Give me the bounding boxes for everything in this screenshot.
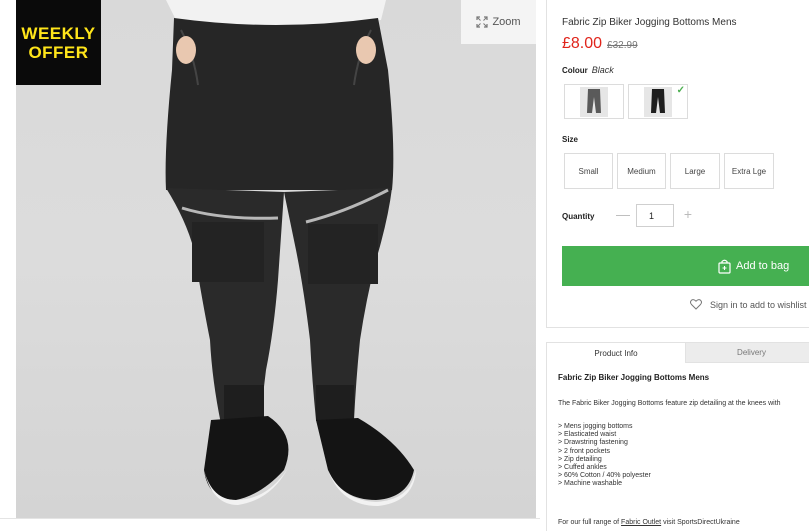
info-description: The Fabric Biker Jogging Bottoms feature… <box>558 400 781 407</box>
size-small-button[interactable]: Small <box>564 153 613 189</box>
list-item: > Machine washable <box>558 480 623 488</box>
list-item: > Zip detailing <box>558 455 602 463</box>
selected-check-icon: ✓ <box>676 85 685 96</box>
colour-label: Colour <box>562 66 588 75</box>
list-item: > 60% Cotton / 40% polyester <box>558 472 651 480</box>
weekly-offer-badge: WEEKLY OFFER <box>16 0 101 85</box>
quantity-decrease-button[interactable]: — <box>616 203 630 225</box>
list-item: > 2 front pockets <box>558 447 610 455</box>
list-item: > Cuffed ankles <box>558 464 607 472</box>
expand-icon <box>476 16 489 28</box>
zoom-label: Zoom <box>492 16 521 28</box>
colour-row: Colour Black <box>562 65 614 75</box>
product-title: Fabric Zip Biker Jogging Bottoms Mens <box>562 17 737 28</box>
feature-list: > Mens jogging bottoms > Elasticated wai… <box>558 423 651 489</box>
heart-icon <box>690 299 702 310</box>
size-extra-large-button[interactable]: Extra Lge <box>724 153 774 189</box>
grey-pants-thumbnail <box>580 86 608 117</box>
outlet-suffix: visit SportsDirectUkraine <box>663 519 740 526</box>
product-panel: Fabric Zip Biker Jogging Bottoms Mens £8… <box>546 0 809 328</box>
size-medium-button[interactable]: Medium <box>617 153 666 189</box>
tab-product-info[interactable]: Product Info <box>547 343 685 363</box>
swatch-black[interactable]: ✓ <box>628 84 688 119</box>
black-pants-thumbnail <box>644 86 672 117</box>
add-to-bag-button[interactable]: Add to bag <box>562 246 809 286</box>
size-label: Size <box>562 135 579 144</box>
product-image[interactable]: WEEKLY OFFER <box>16 0 536 518</box>
shopping-bag-icon <box>718 259 731 274</box>
quantity-increase-button[interactable]: + <box>681 203 695 225</box>
outlet-text: For our full range of Fabric Outlet visi… <box>558 519 740 526</box>
list-item: > Elasticated waist <box>558 431 617 439</box>
wishlist-label: Sign in to add to wishlist <box>710 299 807 310</box>
wishlist-link[interactable]: Sign in to add to wishlist <box>690 299 807 310</box>
size-large-button[interactable]: Large <box>670 153 720 189</box>
quantity-input[interactable] <box>636 204 674 227</box>
quantity-label: Quantity <box>562 212 595 221</box>
fabric-outlet-link[interactable]: Fabric Outlet <box>621 519 661 526</box>
image-divider <box>0 518 540 519</box>
tab-delivery[interactable]: Delivery <box>685 343 809 363</box>
swatch-grey[interactable] <box>564 84 624 119</box>
product-info-panel: Product Info Delivery Fabric Zip Biker J… <box>546 342 809 531</box>
list-item: > Mens jogging bottoms <box>558 423 633 430</box>
was-price: £32.99 <box>607 40 638 51</box>
badge-line-1: WEEKLY <box>21 23 96 43</box>
add-to-bag-label: Add to bag <box>736 260 790 272</box>
list-item: > Drawstring fastening <box>558 439 628 447</box>
info-title: Fabric Zip Biker Jogging Bottoms Mens <box>558 373 710 382</box>
zoom-button[interactable]: Zoom <box>461 0 536 44</box>
outlet-prefix: For our full range of <box>558 519 620 526</box>
badge-line-2: OFFER <box>28 42 89 62</box>
colour-value: Black <box>591 65 614 75</box>
price-row: £8.00 £32.99 <box>562 35 638 53</box>
current-price: £8.00 <box>562 35 603 52</box>
